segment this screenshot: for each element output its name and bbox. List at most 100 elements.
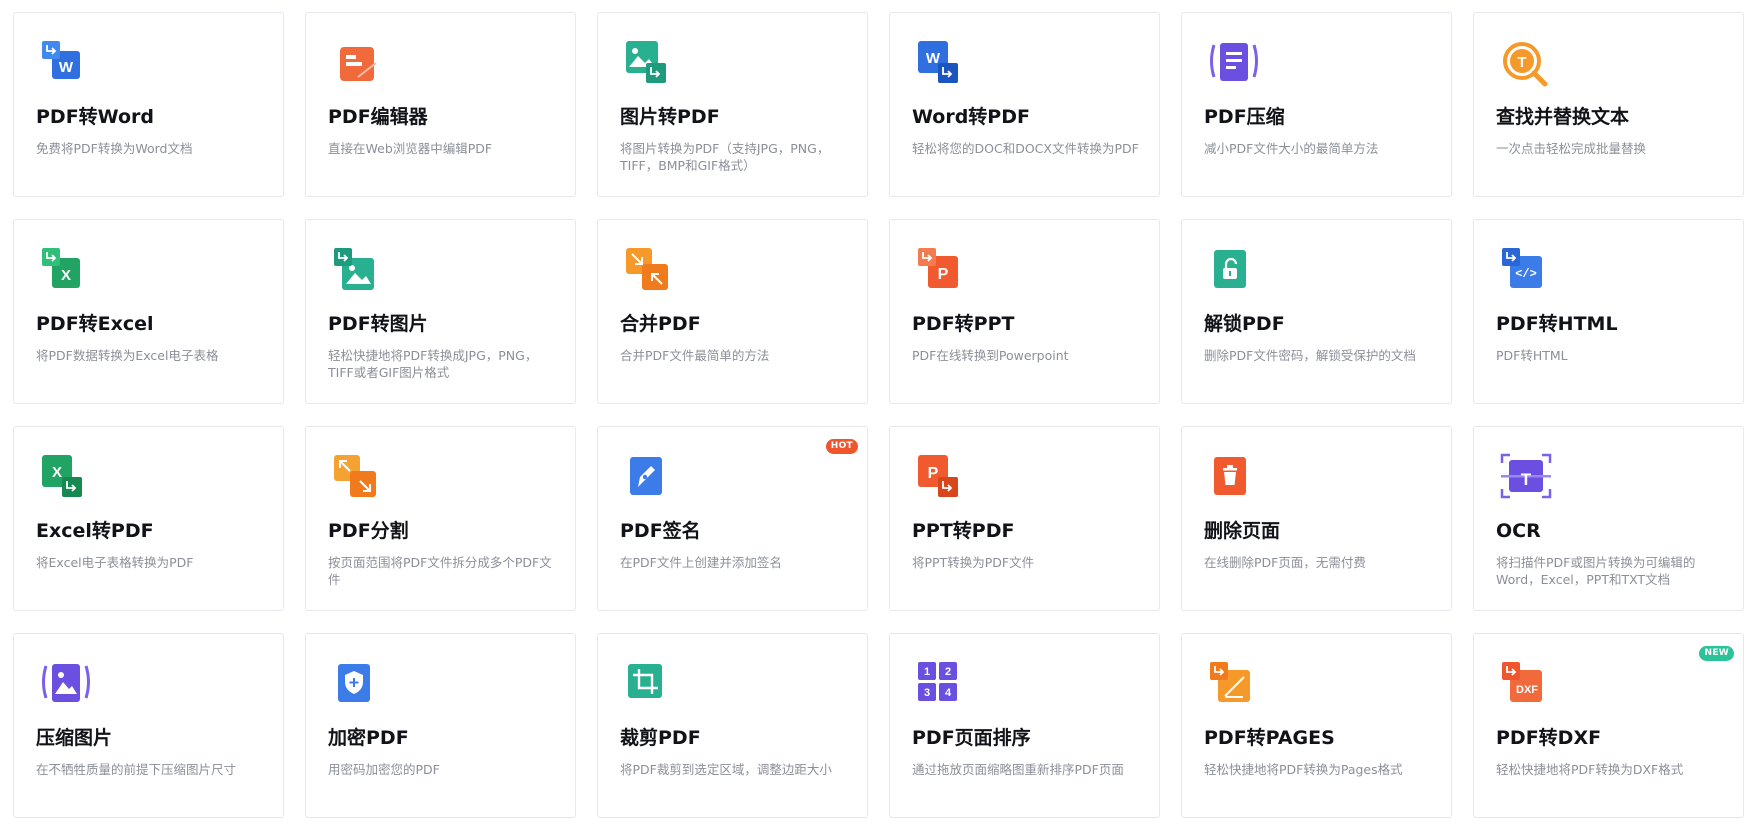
ppt-to-pdf-icon: P (916, 453, 968, 505)
tool-card-pdf-to-pages[interactable]: PDF转PAGES 轻松快捷地将PDF转换为Pages格式 (1181, 633, 1452, 818)
tool-card-crop-pdf[interactable]: 裁剪PDF 将PDF裁剪到选定区域，调整边距大小 (597, 633, 868, 818)
pdf-to-image-icon (332, 246, 384, 298)
tool-card-protect-pdf[interactable]: 加密PDF 用密码加密您的PDF (305, 633, 576, 818)
pdf-to-word-icon: W (40, 39, 92, 91)
svg-text:X: X (61, 267, 71, 284)
tool-title: PDF转图片 (328, 313, 428, 335)
excel-to-pdf-icon: X (40, 453, 92, 505)
tool-description: 删除PDF文件密码，解锁受保护的文档 (1204, 348, 1416, 363)
tool-title: 图片转PDF (620, 106, 720, 128)
tool-card-compress-image[interactable]: 压缩图片 在不牺牲质量的前提下压缩图片尺寸 (13, 633, 284, 818)
tool-title: 删除页面 (1204, 520, 1281, 542)
tool-description: 用密码加密您的PDF (328, 762, 440, 777)
reorder-pages-icon: 1 2 3 4 (916, 660, 968, 712)
tool-description: 将PDF数据转换为Excel电子表格 (36, 348, 219, 363)
svg-text:T: T (1521, 470, 1532, 489)
tool-description: 在PDF文件上创建并添加签名 (620, 555, 782, 570)
sign-pdf-icon (624, 453, 676, 505)
tool-card-pdf-to-html[interactable]: </> PDF转HTML PDF转HTML (1473, 219, 1744, 404)
tool-card-merge-pdf[interactable]: 合并PDF 合并PDF文件最简单的方法 (597, 219, 868, 404)
tool-title: PDF转DXF (1496, 727, 1602, 749)
svg-text:1: 1 (924, 666, 930, 678)
tool-title: PDF编辑器 (328, 106, 428, 128)
tool-title: PDF转HTML (1496, 313, 1618, 335)
svg-text:DXF: DXF (1516, 684, 1538, 696)
tool-description: 免费将PDF转换为Word文档 (36, 141, 193, 156)
tool-description: 轻松快捷地将PDF转换为DXF格式 (1496, 762, 1684, 777)
tool-card-ppt-to-pdf[interactable]: P PPT转PDF 将PPT转换为PDF文件 (889, 426, 1160, 611)
tool-description: PDF转HTML (1496, 348, 1568, 363)
merge-pdf-icon (624, 246, 676, 298)
tool-title: PDF压缩 (1204, 106, 1285, 128)
tool-description: 将PDF裁剪到选定区域，调整边距大小 (620, 762, 832, 777)
tool-title: 合并PDF (620, 313, 701, 335)
pdf-to-ppt-icon: P (916, 246, 968, 298)
svg-text:P: P (938, 266, 949, 283)
tool-card-pdf-to-dxf[interactable]: NEW DXF PDF转DXF 轻松快捷地将PDF转换为DXF格式 (1473, 633, 1744, 818)
tool-title: PDF页面排序 (912, 727, 1031, 749)
tool-card-unlock-pdf[interactable]: 解锁PDF 删除PDF文件密码，解锁受保护的文档 (1181, 219, 1452, 404)
tool-card-image-to-pdf[interactable]: 图片转PDF 将图片转换为PDF（支持JPG，PNG，TIFF，BMP和GIF格… (597, 12, 868, 197)
pdf-to-excel-icon: X (40, 246, 92, 298)
unlock-pdf-icon (1208, 246, 1260, 298)
svg-text:3: 3 (924, 687, 930, 699)
tools-grid: W PDF转Word 免费将PDF转换为Word文档 PDF编辑器 直接在Web… (13, 12, 1744, 818)
tool-description: 在不牺牲质量的前提下压缩图片尺寸 (36, 762, 237, 777)
tool-card-excel-to-pdf[interactable]: X Excel转PDF 将Excel电子表格转换为PDF (13, 426, 284, 611)
tool-card-pdf-editor[interactable]: PDF编辑器 直接在Web浏览器中编辑PDF (305, 12, 576, 197)
tool-title: 查找并替换文本 (1496, 106, 1630, 128)
tool-card-sign-pdf[interactable]: HOT PDF签名 在PDF文件上创建并添加签名 (597, 426, 868, 611)
svg-text:4: 4 (945, 687, 952, 699)
svg-text:X: X (52, 464, 62, 481)
compress-pdf-icon (1208, 39, 1260, 91)
hot-badge: HOT (825, 439, 858, 454)
tool-card-pdf-to-ppt[interactable]: P PDF转PPT PDF在线转换到Powerpoint (889, 219, 1160, 404)
compress-image-icon (40, 660, 92, 712)
delete-pages-icon (1208, 453, 1260, 505)
ocr-icon: T (1500, 453, 1552, 505)
tool-card-pdf-to-word[interactable]: W PDF转Word 免费将PDF转换为Word文档 (13, 12, 284, 197)
svg-text:W: W (59, 59, 74, 76)
tool-title: Word转PDF (912, 106, 1030, 128)
tool-card-pdf-to-image[interactable]: PDF转图片 轻松快捷地将PDF转换成JPG，PNG，TIFF或者GIF图片格式 (305, 219, 576, 404)
tool-title: 加密PDF (328, 727, 409, 749)
tool-card-compress-pdf[interactable]: PDF压缩 减小PDF文件大小的最简单方法 (1181, 12, 1452, 197)
svg-text:2: 2 (945, 666, 951, 678)
tool-title: 裁剪PDF (620, 727, 701, 749)
pdf-to-dxf-icon: DXF (1500, 660, 1552, 712)
find-replace-icon: T (1500, 39, 1552, 91)
word-to-pdf-icon: W (916, 39, 968, 91)
svg-text:P: P (928, 465, 939, 482)
tool-description: 一次点击轻松完成批量替换 (1496, 141, 1647, 156)
tool-title: PDF转Word (36, 106, 154, 128)
tool-card-pdf-to-excel[interactable]: X PDF转Excel 将PDF数据转换为Excel电子表格 (13, 219, 284, 404)
image-to-pdf-icon (624, 39, 676, 91)
tool-title: OCR (1496, 520, 1541, 542)
tool-title: 解锁PDF (1204, 313, 1285, 335)
tool-description: 轻松快捷地将PDF转换为Pages格式 (1204, 762, 1403, 777)
crop-pdf-icon (624, 660, 676, 712)
tool-card-split-pdf[interactable]: PDF分割 按页面范围将PDF文件拆分成多个PDF文件 (305, 426, 576, 611)
tool-description: 直接在Web浏览器中编辑PDF (328, 141, 493, 156)
svg-text:</>: </> (1515, 267, 1537, 281)
tool-description: 将图片转换为PDF（支持JPG，PNG，TIFF，BMP和GIF格式） (620, 141, 830, 173)
tool-description: 将扫描件PDF或图片转换为可编辑的Word，Excel，PPT和TXT文档 (1496, 555, 1696, 587)
svg-text:T: T (1517, 54, 1526, 71)
tool-description: 通过拖放页面缩略图重新排序PDF页面 (912, 762, 1124, 777)
tool-title: 压缩图片 (36, 727, 113, 749)
tool-description: 轻松将您的DOC和DOCX文件转换为PDF (912, 141, 1139, 156)
tool-card-reorder-pages[interactable]: 1 2 3 4 PDF页面排序 通过拖放页面缩略图重新排序PDF页面 (889, 633, 1160, 818)
tool-card-delete-pages[interactable]: 删除页面 在线删除PDF页面，无需付费 (1181, 426, 1452, 611)
protect-pdf-icon (332, 660, 384, 712)
tool-title: Excel转PDF (36, 520, 154, 542)
tool-title: PDF分割 (328, 520, 409, 542)
pdf-editor-icon (332, 39, 384, 91)
tool-title: PDF转PPT (912, 313, 1015, 335)
tool-description: 减小PDF文件大小的最简单方法 (1204, 141, 1379, 156)
tool-description: 将PPT转换为PDF文件 (912, 555, 1035, 570)
tool-card-word-to-pdf[interactable]: W Word转PDF 轻松将您的DOC和DOCX文件转换为PDF (889, 12, 1160, 197)
tool-card-find-replace[interactable]: T 查找并替换文本 一次点击轻松完成批量替换 (1473, 12, 1744, 197)
tool-card-ocr[interactable]: T OCR 将扫描件PDF或图片转换为可编辑的Word，Excel，PPT和TX… (1473, 426, 1744, 611)
tool-description: 合并PDF文件最简单的方法 (620, 348, 770, 363)
tool-description: 轻松快捷地将PDF转换成JPG，PNG，TIFF或者GIF图片格式 (328, 348, 538, 380)
